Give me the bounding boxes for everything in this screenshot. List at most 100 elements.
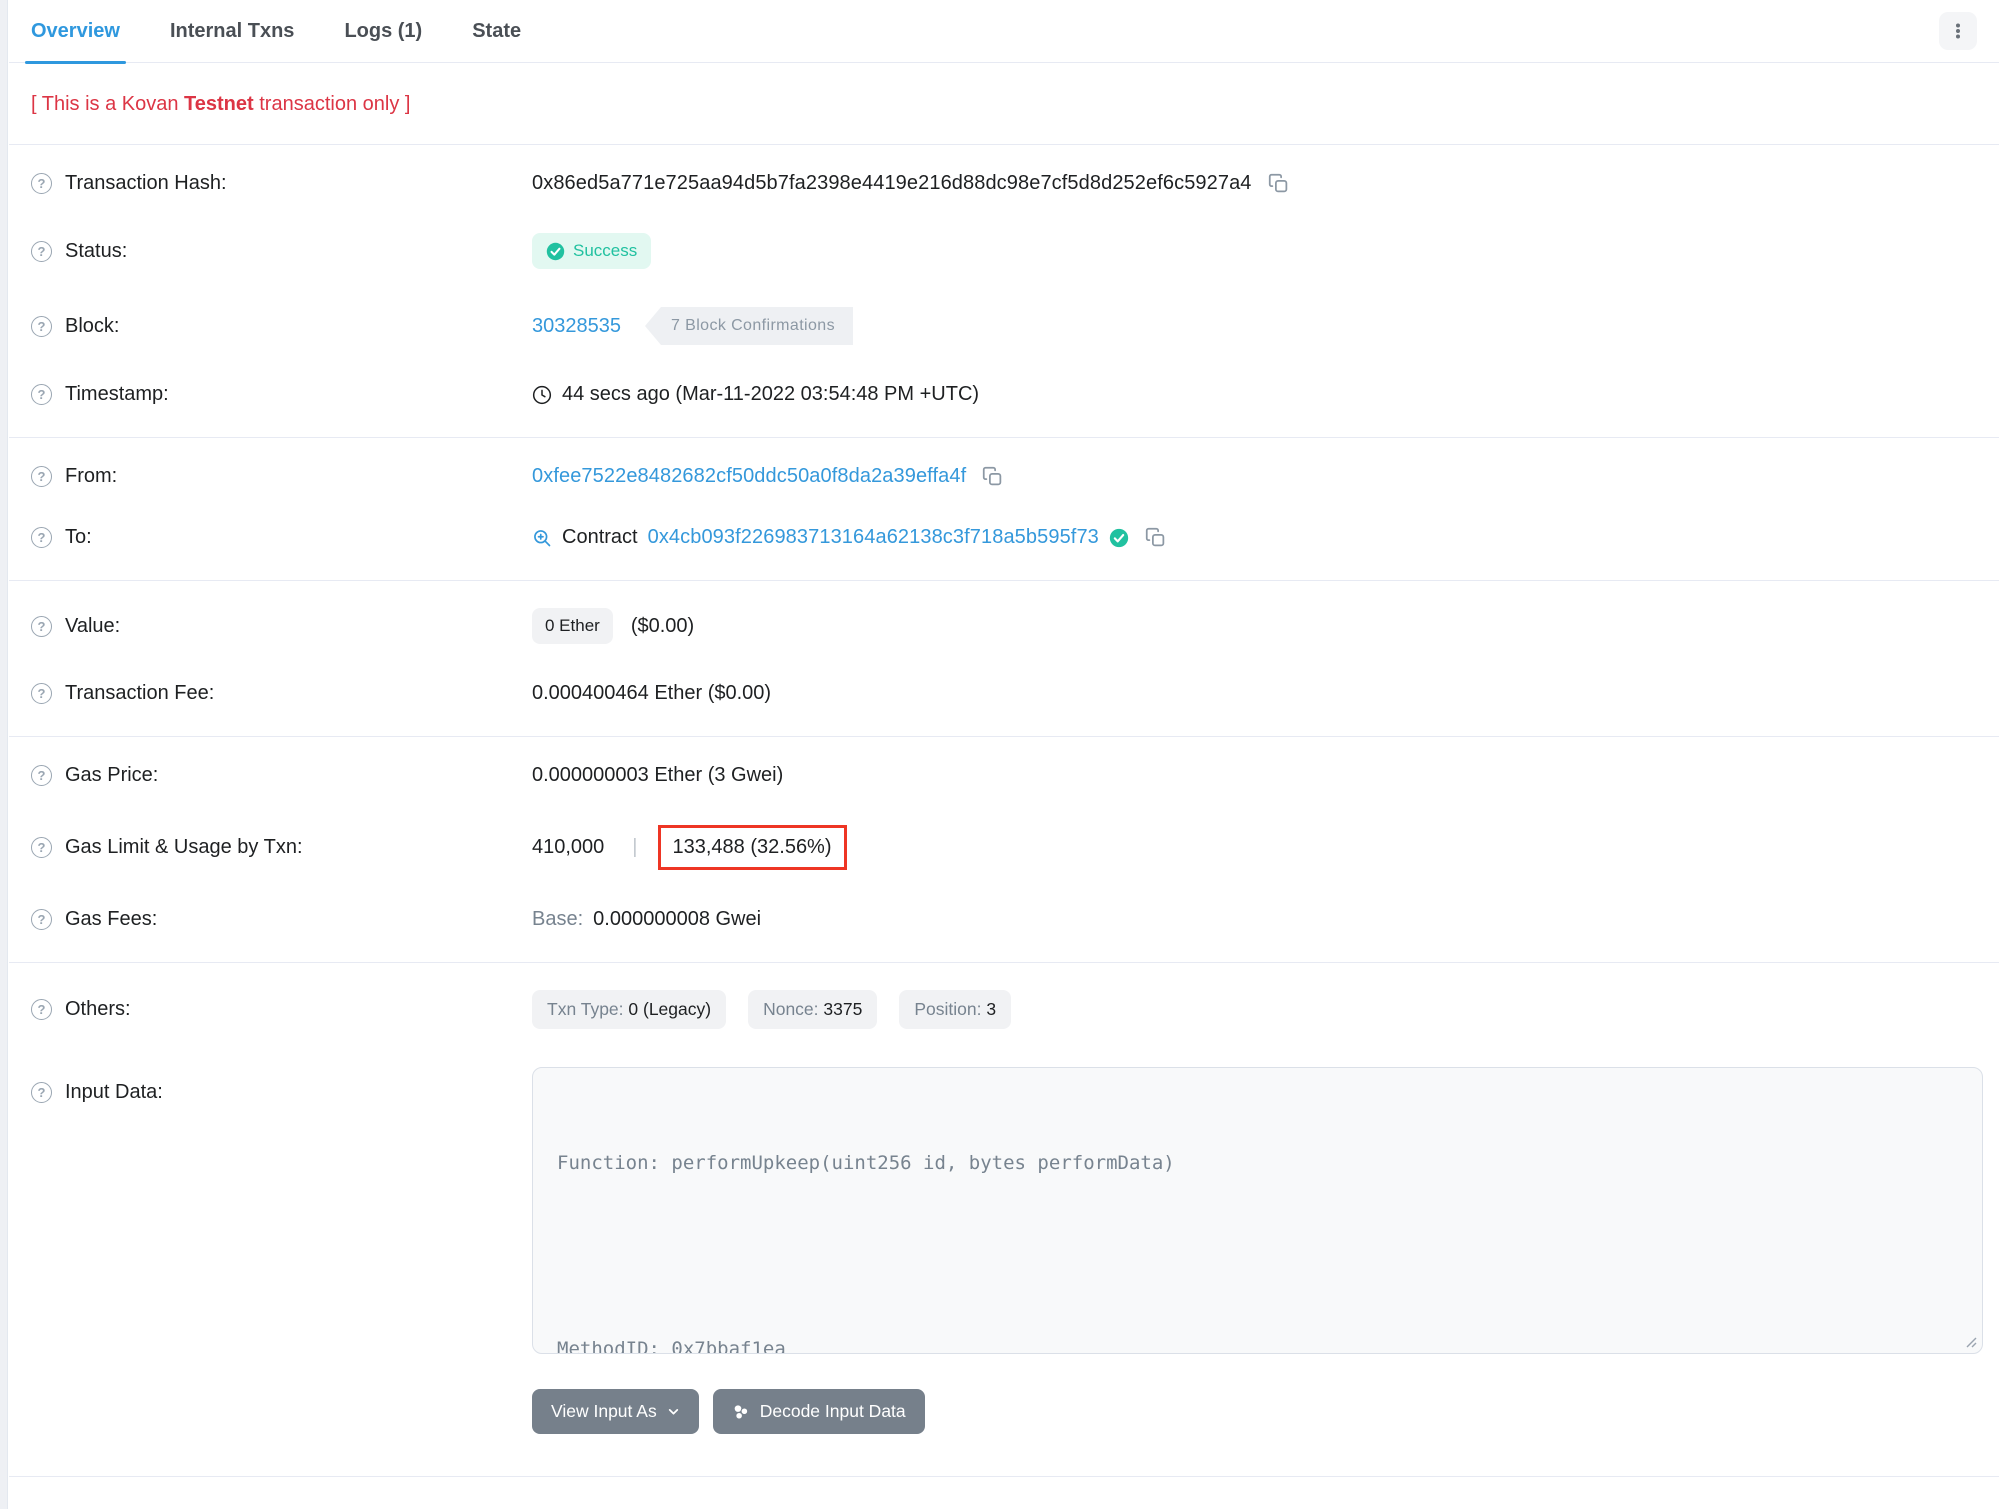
help-icon[interactable] [31,999,52,1020]
tab-logs[interactable]: Logs (1) [344,0,422,63]
timestamp-row: Timestamp: 44 secs ago (Mar-11-2022 03:5… [9,364,1999,425]
clock-icon [532,385,552,405]
gas-fees-row: Gas Fees: Base: 0.000000008 Gwei [9,889,1999,950]
txn-type-badge-value: 0 (Legacy) [628,999,712,1019]
nonce-badge-label: Nonce: [763,999,824,1019]
help-icon[interactable] [31,909,52,930]
from-row: From: 0xfee7522e8482682cf50ddc50a0f8da2a… [9,446,1999,507]
txn-type-badge-label: Txn Type: [547,999,629,1019]
help-icon[interactable] [31,315,52,337]
verified-check-icon [1109,528,1129,548]
timestamp-value: 44 secs ago (Mar-11-2022 03:54:48 PM +UT… [562,383,980,405]
resize-handle-icon[interactable] [1963,1334,1977,1348]
view-input-as-button[interactable]: View Input As [532,1389,699,1434]
to-address-link[interactable]: 0x4cb093f226983713164a62138c3f718a5b595f… [648,526,1099,549]
transaction-overview-card: Overview Internal Txns Logs (1) State [ … [9,0,1999,1509]
tab-state[interactable]: State [472,0,521,63]
others-row: Others: Txn Type: 0 (Legacy) Nonce: 3375… [9,971,1999,1048]
value-badge: 0 Ether [532,608,613,644]
position-badge-value: 3 [986,999,997,1019]
view-input-as-label: View Input As [551,1401,657,1421]
help-icon[interactable] [31,615,52,637]
gas-fees-base-value: 0.000000008 Gwei [593,908,762,930]
tab-bar: Overview Internal Txns Logs (1) State [9,0,1999,64]
input-function-line: Function: performUpkeep(uint256 id, byte… [557,1152,1175,1174]
block-number-link[interactable]: 30328535 [532,315,621,338]
decode-input-data-button[interactable]: Decode Input Data [712,1389,925,1434]
position-badge: Position: 3 [899,990,1012,1029]
input-data-box[interactable]: Function: performUpkeep(uint256 id, byte… [532,1067,1983,1354]
help-icon[interactable] [31,1082,52,1103]
value-label: Value: [65,614,121,637]
tab-overview[interactable]: Overview [25,0,126,64]
testnet-notice-bold: Testnet [184,93,254,115]
input-data-label: Input Data: [65,1081,163,1103]
gas-price-value: 0.000000003 Ether (3 Gwei) [532,764,784,786]
check-circle-icon [546,242,565,261]
block-label: Block: [65,314,120,337]
testnet-notice-suffix: transaction only ] [253,93,411,115]
tab-internal-txns[interactable]: Internal Txns [170,0,294,63]
transaction-fee-row: Transaction Fee: 0.000400464 Ether ($0.0… [9,663,1999,724]
gas-usage-value: 133,488 (32.56%) [672,836,832,858]
gas-price-row: Gas Price: 0.000000003 Ether (3 Gwei) [9,745,1999,806]
gas-usage-annotation-box: 133,488 (32.56%) [657,825,847,870]
nonce-badge: Nonce: 3375 [748,990,878,1029]
zoom-in-icon[interactable] [532,528,552,548]
help-icon[interactable] [31,527,52,548]
from-address-link[interactable]: 0xfee7522e8482682cf50ddc50a0f8da2a39effa… [532,465,966,488]
from-label: From: [65,465,118,487]
gas-fees-base-label: Base: [532,908,584,930]
help-icon[interactable] [31,765,52,786]
help-icon[interactable] [31,173,52,194]
testnet-notice-prefix: [ This is a Kovan [31,93,185,115]
decode-input-data-label: Decode Input Data [759,1401,906,1421]
status-badge: Success [532,233,652,269]
gas-limit-label: Gas Limit & Usage by Txn: [65,836,303,858]
copy-icon[interactable] [1145,527,1166,548]
transaction-hash-row: Transaction Hash: 0x86ed5a771e725aa94d5b… [9,153,1999,214]
position-badge-label: Position: [914,999,987,1019]
input-methodid-line: MethodID: 0x7bbaf1ea [557,1338,786,1353]
testnet-notice: [ This is a Kovan Testnet transaction on… [9,63,1999,116]
gas-limit-value: 410,000 [532,836,605,858]
more-options-button[interactable] [1939,12,1977,50]
transaction-fee-value: 0.000400464 Ether ($0.00) [532,682,772,704]
copy-icon[interactable] [982,466,1003,487]
help-icon[interactable] [31,466,52,487]
input-data-scroll-area[interactable]: Function: performUpkeep(uint256 id, byte… [533,1068,1982,1353]
bottom-spacer [9,1477,1999,1509]
txn-type-badge: Txn Type: 0 (Legacy) [532,990,727,1029]
status-badge-text: Success [573,241,638,260]
status-label: Status: [65,239,128,262]
gas-price-label: Gas Price: [65,764,159,786]
to-type-text: Contract [562,526,638,548]
block-row: Block: 30328535 7 Block Confirmations [9,288,1999,364]
gas-separator: | [632,836,638,858]
help-icon[interactable] [31,384,52,405]
help-icon[interactable] [31,240,52,262]
kebab-icon [1949,22,1967,40]
gas-fees-label: Gas Fees: [65,908,158,930]
help-icon[interactable] [31,683,52,704]
decode-icon [732,1403,750,1421]
nonce-badge-value: 3375 [823,999,863,1019]
block-confirmations-badge: 7 Block Confirmations [644,307,854,345]
value-usd: ($0.00) [630,614,695,637]
to-label: To: [65,526,92,548]
others-label: Others: [65,998,131,1020]
timestamp-label: Timestamp: [65,383,169,405]
transaction-hash-value: 0x86ed5a771e725aa94d5b7fa2398e4419e216d8… [532,172,1252,194]
copy-icon[interactable] [1268,173,1289,194]
input-data-row: Input Data: Function: performUpkeep(uint… [9,1048,1999,1373]
value-row: Value: 0 Ether ($0.00) [9,589,1999,663]
gas-limit-row: Gas Limit & Usage by Txn: 410,000 | 133,… [9,806,1999,889]
transaction-fee-label: Transaction Fee: [65,682,215,704]
status-row: Status: Success [9,214,1999,288]
transaction-hash-label: Transaction Hash: [65,172,227,194]
input-data-actions: View Input As Decode Input Data [9,1373,1999,1460]
chevron-down-icon [667,1405,680,1418]
to-row: To: Contract 0x4cb093f226983713164a62138… [9,507,1999,568]
help-icon[interactable] [31,837,52,858]
